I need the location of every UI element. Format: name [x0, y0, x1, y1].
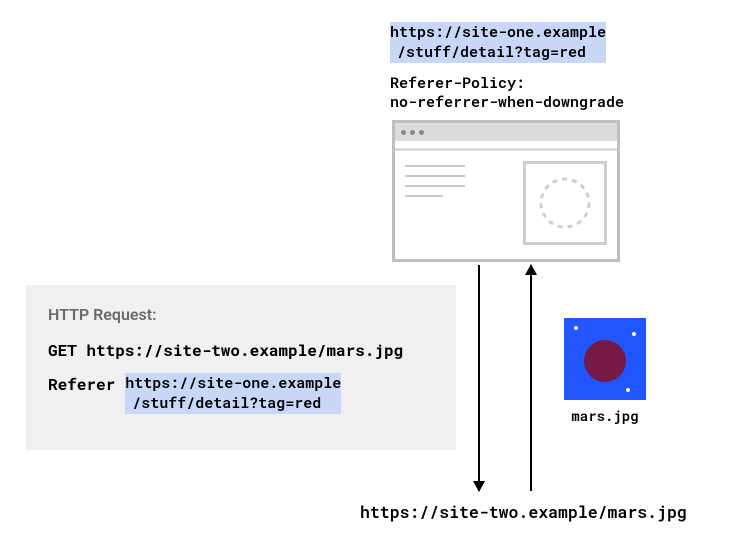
image-resource-url: https://site-two.example/mars.jpg [360, 502, 687, 523]
policy-label: Referer-Policy: [390, 74, 624, 93]
referer-url-block: https://site-one.example /stuff/detail?t… [125, 373, 341, 414]
http-request-panel: HTTP Request: GET https://site-two.examp… [26, 285, 456, 450]
referer-label: Referer [48, 373, 115, 395]
text-lines-icon [405, 161, 511, 245]
request-arrow-icon [478, 265, 480, 491]
referer-url-line2: /stuff/detail?tag=red [125, 393, 341, 413]
http-get-line: GET https://site-two.example/mars.jpg [48, 340, 434, 361]
response-arrow-icon [530, 265, 532, 491]
browser-window-mock [392, 120, 620, 262]
mars-caption: mars.jpg [564, 406, 646, 425]
page-url-line1: https://site-one.example [390, 22, 606, 42]
mars-image-thumbnail: mars.jpg [564, 318, 646, 425]
browser-titlebar-icon [395, 123, 617, 141]
referrer-policy-text: Referer-Policy: no-referrer-when-downgra… [390, 74, 624, 112]
page-url-line2: /stuff/detail?tag=red [390, 42, 606, 62]
http-request-title: HTTP Request: [48, 305, 434, 324]
image-placeholder-icon [523, 161, 607, 245]
browser-addressbar-icon [395, 141, 617, 151]
referer-url-line1: https://site-one.example [125, 373, 341, 393]
mars-image-icon [564, 318, 646, 400]
page-url-block: https://site-one.example /stuff/detail?t… [390, 22, 606, 63]
policy-value: no-referrer-when-downgrade [390, 93, 624, 112]
